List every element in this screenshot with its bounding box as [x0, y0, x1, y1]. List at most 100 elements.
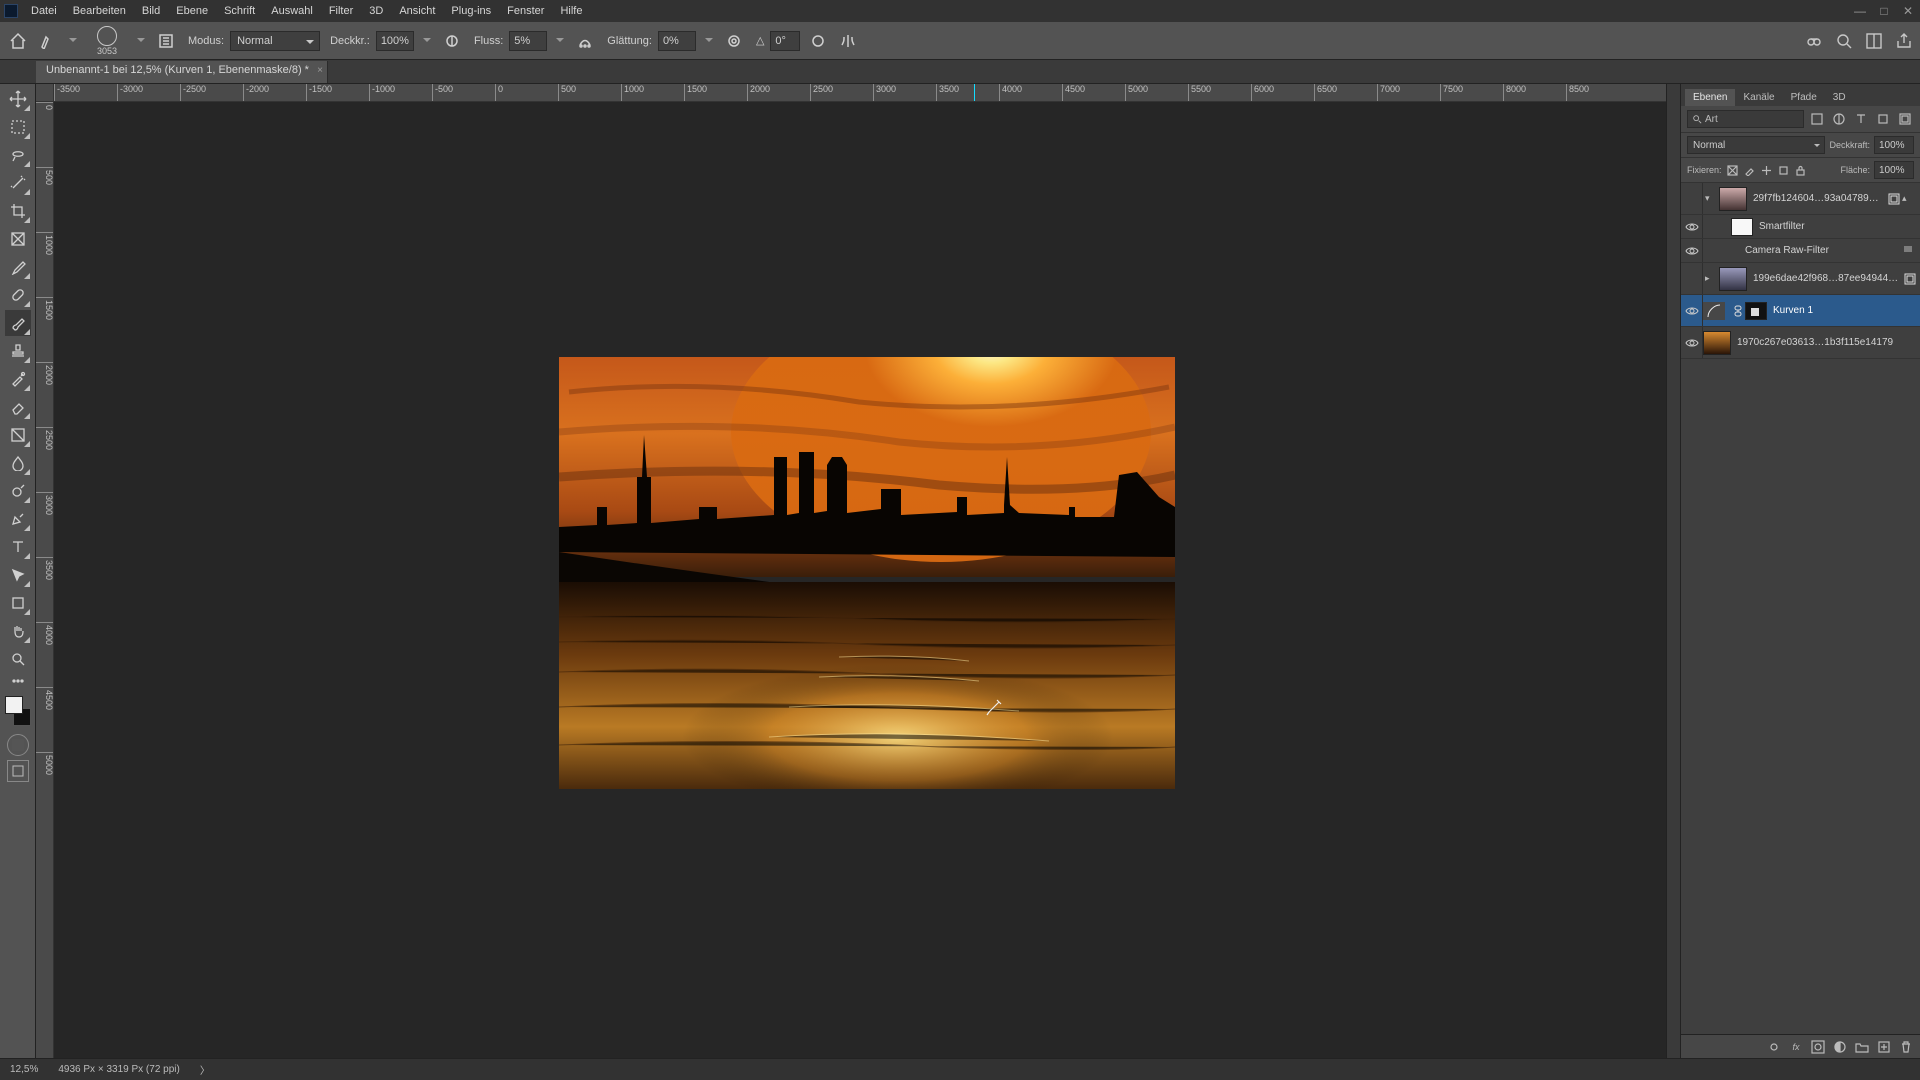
visibility-toggle[interactable]	[1681, 215, 1703, 238]
dodge-tool[interactable]	[5, 478, 31, 504]
layer-mask-thumbnail[interactable]	[1745, 302, 1767, 320]
airbrush-icon[interactable]	[573, 29, 597, 53]
visibility-toggle[interactable]	[1681, 295, 1703, 326]
layer-name[interactable]: Kurven 1	[1773, 305, 1916, 316]
opacity-input[interactable]: 100%	[376, 31, 414, 51]
eyedropper-tool[interactable]	[5, 254, 31, 280]
flow-input[interactable]: 5%	[509, 31, 547, 51]
canvas[interactable]	[54, 102, 1666, 1058]
visibility-toggle[interactable]	[1681, 263, 1703, 294]
shape-tool[interactable]	[5, 590, 31, 616]
crop-tool[interactable]	[5, 198, 31, 224]
visibility-toggle[interactable]	[1681, 239, 1703, 262]
visibility-toggle[interactable]	[1681, 327, 1703, 358]
frame-tool[interactable]	[5, 226, 31, 252]
horizontal-ruler[interactable]: -3500-3000-2500-2000-1500-1000-500050010…	[54, 84, 1666, 102]
layer-name[interactable]: Camera Raw-Filter	[1745, 245, 1902, 256]
smoothing-input[interactable]: 0%	[658, 31, 696, 51]
color-swatches[interactable]	[3, 694, 33, 728]
adjustment-icon[interactable]	[1703, 302, 1725, 320]
close-button[interactable]: ✕	[1896, 2, 1920, 20]
menu-3d[interactable]: 3D	[362, 3, 390, 19]
layer-name[interactable]: 199e6dae42f968…87ee94944802d	[1753, 273, 1900, 284]
lock-pixels-icon[interactable]	[1743, 163, 1757, 177]
path-select-tool[interactable]	[5, 562, 31, 588]
layer-name[interactable]: 1970c267e03613…1b3f115e14179	[1737, 337, 1916, 348]
layer-filter-type[interactable]: Art	[1687, 110, 1804, 128]
layer-blend-mode[interactable]: Normal	[1687, 136, 1825, 154]
blend-mode-dropdown[interactable]: Normal	[230, 31, 320, 51]
blur-tool[interactable]	[5, 450, 31, 476]
tool-preset-chevron-icon[interactable]	[66, 31, 80, 51]
collapsed-panel-strip[interactable]	[1666, 84, 1680, 1058]
layer-thumbnail[interactable]	[1719, 187, 1747, 211]
history-brush-tool[interactable]	[5, 366, 31, 392]
layer-name[interactable]: 29f7fb124604…93a047894a38	[1753, 193, 1884, 204]
home-button[interactable]	[6, 29, 30, 53]
search-icon[interactable]	[1834, 31, 1854, 51]
cloud-docs-icon[interactable]	[1804, 31, 1824, 51]
lock-artboard-icon[interactable]	[1777, 163, 1791, 177]
foreground-color-swatch[interactable]	[5, 696, 23, 714]
hand-tool[interactable]	[5, 618, 31, 644]
edit-toolbar-icon[interactable]	[5, 674, 31, 688]
new-layer-icon[interactable]	[1876, 1039, 1892, 1055]
filter-shape-icon[interactable]	[1874, 110, 1892, 128]
filter-smart-icon[interactable]	[1896, 110, 1914, 128]
pen-tool[interactable]	[5, 506, 31, 532]
opacity-chevron-icon[interactable]	[420, 31, 434, 51]
zoom-tool[interactable]	[5, 646, 31, 672]
menu-datei[interactable]: Datei	[24, 3, 64, 19]
quick-mask-toggle[interactable]	[7, 734, 29, 756]
link-layers-icon[interactable]	[1766, 1039, 1782, 1055]
layer-fill-input[interactable]: 100%	[1874, 161, 1914, 179]
menu-bearbeiten[interactable]: Bearbeiten	[66, 3, 133, 19]
filter-pixel-icon[interactable]	[1808, 110, 1826, 128]
add-mask-icon[interactable]	[1810, 1039, 1826, 1055]
menu-auswahl[interactable]: Auswahl	[264, 3, 320, 19]
maximize-button[interactable]: □	[1872, 2, 1896, 20]
lock-all-icon[interactable]	[1794, 163, 1808, 177]
visibility-toggle[interactable]	[1681, 183, 1703, 214]
tab-3d[interactable]: 3D	[1825, 89, 1854, 106]
delete-layer-icon[interactable]	[1898, 1039, 1914, 1055]
tab-kanaele[interactable]: Kanäle	[1735, 89, 1782, 106]
menu-filter[interactable]: Filter	[322, 3, 360, 19]
layer-opacity-input[interactable]: 100%	[1874, 136, 1914, 154]
lock-position-icon[interactable]	[1760, 163, 1774, 177]
lock-transparency-icon[interactable]	[1726, 163, 1740, 177]
fx-icon[interactable]: fx	[1788, 1039, 1804, 1055]
smoothing-chevron-icon[interactable]	[702, 31, 716, 51]
type-tool[interactable]	[5, 534, 31, 560]
layer-item[interactable]: ▸ 199e6dae42f968…87ee94944802d	[1681, 263, 1920, 295]
menu-ansicht[interactable]: Ansicht	[392, 3, 442, 19]
pressure-opacity-icon[interactable]	[440, 29, 464, 53]
layer-thumbnail[interactable]	[1703, 331, 1731, 355]
tool-preset-picker[interactable]	[36, 29, 60, 53]
expand-arrow-icon[interactable]: ▸	[1705, 273, 1717, 284]
arrange-documents-icon[interactable]	[1864, 31, 1884, 51]
smoothing-options-icon[interactable]	[722, 29, 746, 53]
brush-preset-picker[interactable]: 3053	[86, 26, 128, 56]
heal-tool[interactable]	[5, 282, 31, 308]
menu-schrift[interactable]: Schrift	[217, 3, 262, 19]
wand-tool[interactable]	[5, 170, 31, 196]
zoom-level[interactable]: 12,5%	[10, 1064, 38, 1075]
menu-ebene[interactable]: Ebene	[169, 3, 215, 19]
tab-pfade[interactable]: Pfade	[1783, 89, 1825, 106]
ruler-origin[interactable]	[36, 84, 54, 102]
layer-name[interactable]: Smartfilter	[1759, 221, 1916, 232]
expand-arrow-icon[interactable]: ▾	[1705, 193, 1717, 204]
brush-picker-chevron-icon[interactable]	[134, 31, 148, 51]
layer-item-curves[interactable]: Kurven 1	[1681, 295, 1920, 327]
brush-tool[interactable]	[5, 310, 31, 336]
document-dimensions[interactable]: 4936 Px × 3319 Px (72 ppi)	[58, 1064, 179, 1075]
share-icon[interactable]	[1894, 31, 1914, 51]
document-tab[interactable]: Unbenannt-1 bei 12,5% (Kurven 1, Ebenenm…	[36, 61, 328, 83]
layer-item[interactable]: ▾ 29f7fb124604…93a047894a38 ▴	[1681, 183, 1920, 215]
menu-plugins[interactable]: Plug-ins	[444, 3, 498, 19]
link-mask-icon[interactable]	[1731, 299, 1745, 323]
menu-fenster[interactable]: Fenster	[500, 3, 551, 19]
tab-ebenen[interactable]: Ebenen	[1685, 89, 1735, 106]
screen-mode-toggle[interactable]	[7, 760, 29, 782]
